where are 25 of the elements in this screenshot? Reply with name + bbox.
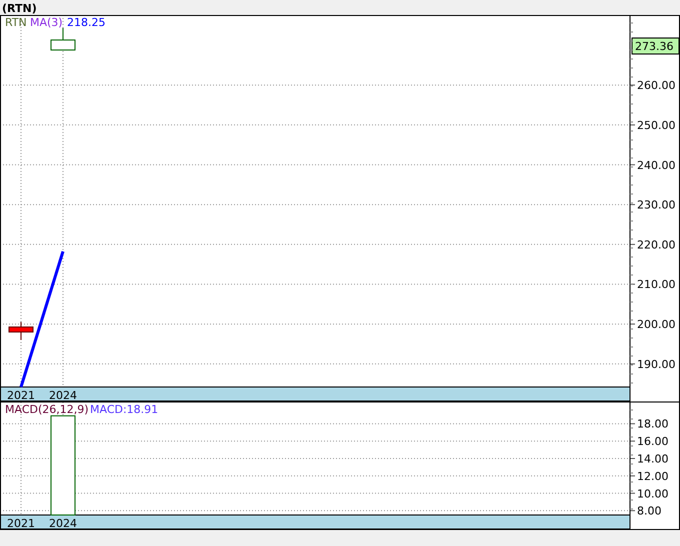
axis-label: 200.00	[637, 318, 676, 332]
axis-label: 18.00	[637, 418, 668, 431]
date-label: 2021	[7, 389, 35, 402]
indicator-value: MACD:18.91	[90, 403, 158, 416]
axis-label: 240.00	[637, 158, 676, 172]
axis-label: 220.00	[637, 238, 676, 252]
axis-label: 12.00	[637, 470, 668, 483]
indicator-label: MA(3)	[30, 16, 63, 29]
chart-title: (RTN)	[2, 2, 37, 15]
axis-label: 8.00	[637, 504, 662, 518]
indicator-label: MACD(26,12,9)	[5, 403, 89, 416]
date-label: 2024	[49, 389, 77, 402]
axis-label: 16.00	[637, 435, 668, 448]
last-price-tag: 273.36	[632, 38, 680, 54]
axis-label: 250.00	[637, 118, 676, 132]
axis-label: 14.00	[637, 452, 668, 466]
date-label: 2021	[7, 517, 35, 530]
axis-label: 210.00	[637, 278, 676, 292]
indicator-value: 218.25	[67, 16, 106, 29]
axis-label: 190.00	[637, 358, 676, 371]
axis-label: 260.00	[637, 79, 676, 92]
date-label: 2024	[49, 517, 77, 530]
axis-label: 230.00	[637, 198, 676, 212]
ticker-label: RTN	[5, 16, 27, 29]
axis-label: 10.00	[637, 487, 668, 500]
